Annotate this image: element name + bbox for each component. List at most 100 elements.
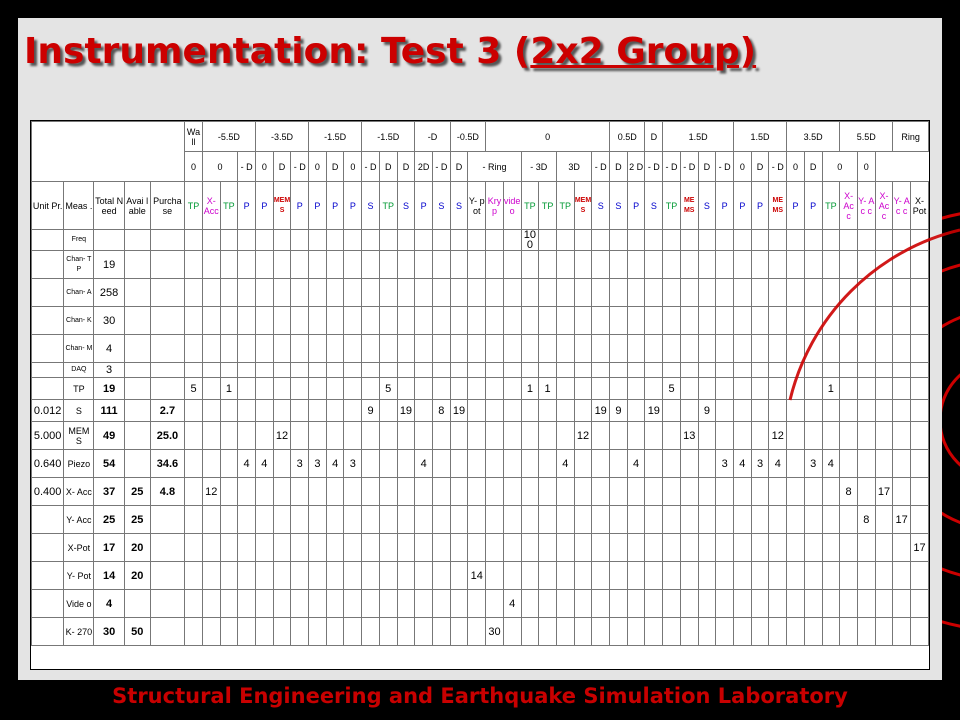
instrument-type-cell: S — [449, 181, 469, 230]
channel-data-cell — [573, 229, 593, 251]
channel-total-cell: 3 — [93, 362, 125, 378]
channel-data-cell — [697, 306, 717, 335]
channel-data-cell — [626, 229, 646, 251]
channel-data-cell — [733, 278, 752, 307]
empty-cell — [626, 505, 646, 534]
empty-cell — [396, 421, 416, 450]
empty-cell — [786, 449, 805, 478]
channel-data-cell — [219, 278, 239, 307]
empty-cell — [361, 589, 380, 618]
empty-cell — [786, 399, 805, 422]
empty-cell — [254, 477, 274, 506]
empty-cell — [201, 399, 221, 422]
empty-cell — [219, 421, 239, 450]
empty-cell — [201, 377, 221, 400]
empty-cell — [697, 533, 717, 562]
empty-cell — [290, 399, 310, 422]
purchase-cell — [149, 505, 186, 534]
empty-cell — [343, 505, 363, 534]
empty-cell — [750, 505, 770, 534]
channel-data-cell — [679, 362, 699, 378]
channel-data-cell — [679, 334, 699, 363]
offset-header-cell: D — [325, 151, 345, 182]
total-need-cell: 111 — [93, 399, 125, 422]
empty-cell — [555, 589, 575, 618]
channel-avail-cell — [123, 306, 151, 335]
channel-data-cell — [697, 250, 717, 279]
empty-cell — [502, 449, 522, 478]
unit-price-cell — [31, 561, 65, 590]
channel-data-cell — [538, 334, 557, 363]
empty-cell — [520, 561, 540, 590]
empty-cell — [750, 377, 770, 400]
channel-data-cell — [449, 278, 469, 307]
channel-data-cell — [361, 229, 380, 251]
empty-cell — [786, 561, 805, 590]
channel-data-cell — [343, 334, 363, 363]
channel-data-cell — [768, 306, 788, 335]
instrument-type-cell: P — [290, 181, 310, 230]
channel-data-cell — [821, 362, 841, 378]
channel-data-cell — [449, 250, 469, 279]
instrument-type-cell: X- Ac c — [874, 181, 894, 230]
available-cell: 20 — [123, 533, 151, 562]
channel-data-cell — [733, 229, 752, 251]
empty-cell — [679, 377, 699, 400]
offset-header-cell: - D — [662, 151, 681, 182]
empty-cell — [467, 421, 487, 450]
empty-cell — [325, 617, 345, 646]
location-header-cell: 0.5D — [609, 121, 646, 152]
empty-cell — [467, 399, 487, 422]
channel-data-cell — [414, 229, 433, 251]
empty-cell — [290, 533, 310, 562]
channel-avail-cell — [123, 278, 151, 307]
empty-cell — [609, 505, 628, 534]
total-need-cell: 30 — [93, 617, 125, 646]
empty-cell — [803, 421, 823, 450]
empty-cell — [609, 533, 628, 562]
channel-data-cell — [555, 229, 575, 251]
offset-header-cell: 0 — [184, 151, 203, 182]
channel-data-cell — [467, 306, 487, 335]
channel-data-cell — [272, 250, 292, 279]
empty-cell — [414, 533, 433, 562]
measure-label-cell: Vide o — [63, 589, 95, 618]
empty-cell — [591, 561, 611, 590]
instrument-type-cell: S — [697, 181, 717, 230]
empty-cell — [715, 561, 734, 590]
empty-cell — [839, 617, 858, 646]
measure-label-cell: Y- Pot — [63, 561, 95, 590]
instrument-type-cell: TP — [662, 181, 681, 230]
empty-cell — [609, 617, 628, 646]
channel-data-cell — [786, 306, 805, 335]
channel-data-cell — [555, 250, 575, 279]
empty-cell — [538, 399, 557, 422]
empty-cell — [201, 561, 221, 590]
count-cell: 19 — [644, 399, 664, 422]
purchase-cell — [149, 377, 186, 400]
channel-data-cell — [591, 334, 611, 363]
total-need-cell: 25 — [93, 505, 125, 534]
channel-data-cell — [697, 229, 717, 251]
empty-cell — [396, 533, 416, 562]
empty-cell — [184, 505, 203, 534]
channel-purch-cell — [149, 306, 186, 335]
channel-data-cell — [432, 306, 451, 335]
channel-data-cell — [502, 229, 522, 251]
empty-cell — [520, 449, 540, 478]
channel-data-cell — [874, 334, 894, 363]
empty-cell — [874, 421, 894, 450]
channel-data-cell — [750, 250, 770, 279]
empty-cell — [272, 377, 292, 400]
empty-cell — [750, 477, 770, 506]
empty-cell — [467, 449, 487, 478]
channel-data-cell — [254, 278, 274, 307]
empty-cell — [502, 561, 522, 590]
channel-data-cell — [892, 229, 912, 251]
offset-header-cell: D — [803, 151, 823, 182]
instrument-type-cell: P — [715, 181, 734, 230]
empty-cell — [272, 561, 292, 590]
empty-cell — [733, 533, 752, 562]
empty-cell — [874, 449, 894, 478]
offset-header-cell: - D — [591, 151, 611, 182]
